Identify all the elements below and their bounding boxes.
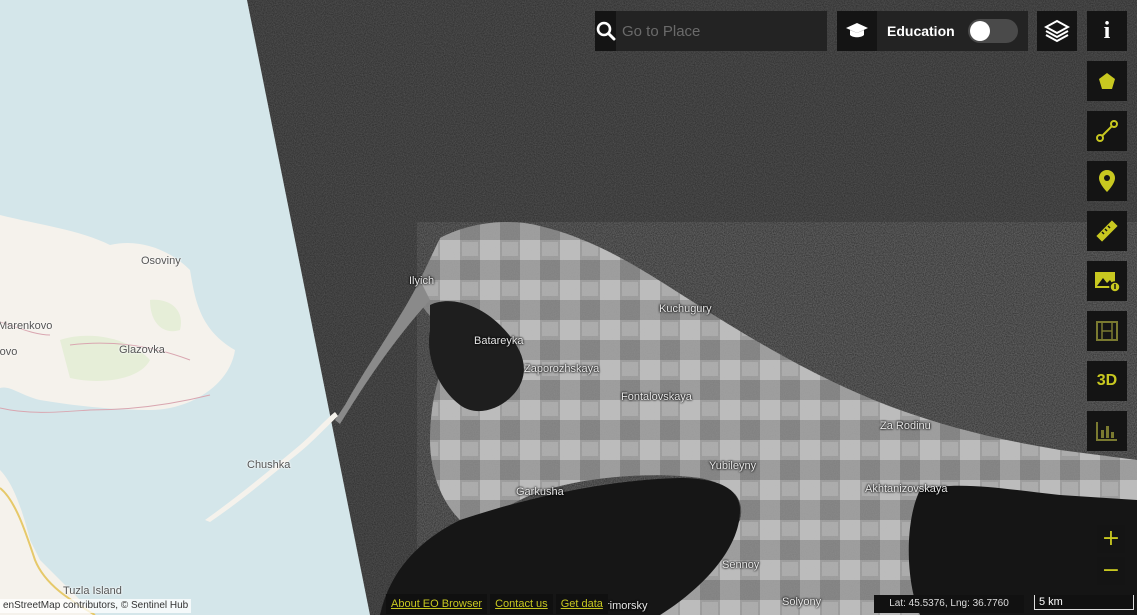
timelapse-film-icon: [1096, 321, 1118, 341]
get-data-link[interactable]: Get data: [555, 594, 608, 614]
place-batareyka: Batareyka: [474, 335, 524, 347]
place-fontalovskaya: Fontalovskaya: [621, 391, 692, 403]
scale-bar: 5 km: [1034, 595, 1134, 610]
place-tuzla: Tuzla Island: [63, 585, 122, 597]
timelapse-button[interactable]: [1087, 311, 1127, 351]
education-switch-knob: [970, 21, 990, 41]
graduation-cap-icon: [837, 11, 877, 51]
place-za-rodinu: Za Rodinu: [880, 420, 931, 432]
ruler-icon: [1096, 220, 1118, 242]
place-kuchugury: Kuchugury: [659, 303, 712, 315]
contact-link[interactable]: Contact us: [490, 594, 553, 614]
layers-button[interactable]: [1037, 11, 1077, 51]
place-solyony: Solyony: [782, 596, 822, 608]
histogram-button[interactable]: [1087, 411, 1127, 451]
polygon-icon: [1099, 73, 1115, 89]
search-button[interactable]: [595, 11, 616, 51]
3d-label: 3D: [1096, 372, 1118, 389]
education-switch[interactable]: [968, 19, 1018, 43]
place-chushka: Chushka: [247, 459, 291, 471]
map-canvas[interactable]: [0, 0, 1137, 615]
line-measure-icon: [1096, 120, 1118, 142]
about-link[interactable]: About EO Browser: [386, 594, 488, 614]
place-ilyich: Ilyich: [409, 275, 435, 287]
cursor-coordinates: Lat: 45.5376, Lng: 36.7760: [874, 595, 1024, 613]
place-glazovka: Glazovka: [119, 344, 165, 356]
map-attribution: enStreetMap contributors, © Sentinel Hub: [0, 599, 192, 613]
info-icon: i: [1103, 17, 1111, 44]
place-primorsky: rimorsky: [606, 600, 648, 612]
place-garkusha: Garkusha: [516, 486, 564, 498]
place-sennoy: Sennoy: [722, 559, 760, 571]
layers-icon: [1044, 19, 1070, 43]
place-yubileyny: Yubileyny: [709, 460, 757, 472]
search-input[interactable]: [616, 11, 827, 51]
search-bar: [595, 11, 827, 51]
education-toggle-panel: Education: [837, 11, 1028, 51]
location-tool-button[interactable]: [1087, 161, 1127, 201]
info-button[interactable]: i: [1087, 11, 1127, 51]
ruler-tool-button[interactable]: [1087, 211, 1127, 251]
image-download-icon: [1095, 272, 1120, 293]
polygon-tool-button[interactable]: [1087, 61, 1127, 101]
histogram-icon: [1096, 422, 1117, 441]
education-label: Education: [887, 23, 955, 39]
place-akhtanizovskaya: Akhtanizovskaya: [865, 483, 948, 495]
zoom-out-button[interactable]: −: [1097, 557, 1125, 585]
zoom-in-button[interactable]: +: [1097, 525, 1125, 553]
3d-button[interactable]: 3D: [1087, 361, 1127, 401]
place-zaporozhskaya: Zaporozhskaya: [524, 363, 600, 375]
search-icon: [596, 21, 615, 41]
footer-links: About EO Browser Contact us Get data: [386, 594, 608, 614]
place-marenkovo: Marenkovo: [0, 320, 53, 332]
image-download-button[interactable]: [1087, 261, 1127, 301]
location-pin-icon: [1099, 170, 1115, 192]
place-osoviny: Osoviny: [141, 255, 181, 267]
line-tool-button[interactable]: [1087, 111, 1127, 151]
place-rovo: rovo: [0, 346, 18, 358]
